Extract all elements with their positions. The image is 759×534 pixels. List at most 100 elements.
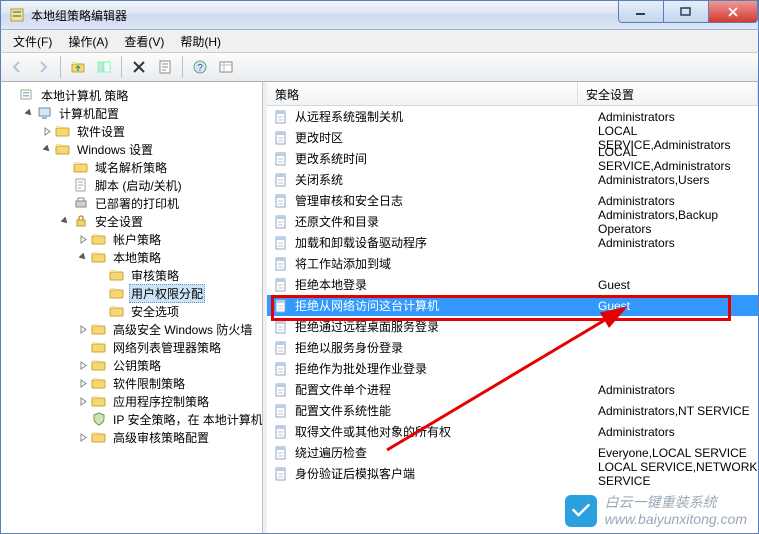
column-header-setting[interactable]: 安全设置 xyxy=(578,82,758,105)
collapse-icon[interactable] xyxy=(77,251,89,263)
expander-icon[interactable] xyxy=(5,89,17,101)
policy-item-icon xyxy=(273,151,289,167)
forward-button[interactable] xyxy=(31,55,55,79)
export-list-button[interactable] xyxy=(214,55,238,79)
node-label: 安全设置 xyxy=(93,212,145,231)
minimize-button[interactable] xyxy=(618,1,664,23)
folder-icon xyxy=(91,429,107,445)
computer-icon xyxy=(37,105,53,121)
script-icon xyxy=(73,177,89,193)
policy-name: 拒绝以服务身份登录 xyxy=(295,339,598,356)
tree-node-security-options[interactable]: 安全选项 xyxy=(1,302,263,320)
policy-item-icon xyxy=(273,277,289,293)
watermark: 白云一键重装系统 www.baiyunxitong.com xyxy=(565,494,747,528)
list-row[interactable]: 加载和卸载设备驱动程序Administrators xyxy=(267,232,758,253)
up-button[interactable] xyxy=(66,55,90,79)
expander-placeholder xyxy=(59,179,71,191)
list-row[interactable]: 将工作站添加到域 xyxy=(267,253,758,274)
tree-node-software-settings[interactable]: 软件设置 xyxy=(1,122,263,140)
list-row[interactable]: 拒绝本地登录Guest xyxy=(267,274,758,295)
folder-icon xyxy=(91,375,107,391)
expander-placeholder xyxy=(95,269,107,281)
list-row[interactable]: 更改系统时间LOCAL SERVICE,Administrators xyxy=(267,148,758,169)
policy-name: 配置文件单个进程 xyxy=(295,381,598,398)
tree-node-computer-config[interactable]: 计算机配置 xyxy=(1,104,263,122)
list-row[interactable]: 配置文件系统性能Administrators,NT SERVICE xyxy=(267,400,758,421)
folder-icon xyxy=(109,285,125,301)
tree-node-windows-settings[interactable]: Windows 设置 xyxy=(1,140,263,158)
list-pane[interactable]: 策略 安全设置 从远程系统强制关机Administrators更改时区LOCAL… xyxy=(267,82,758,533)
close-button[interactable] xyxy=(708,1,758,23)
list-row[interactable]: 拒绝通过远程桌面服务登录 xyxy=(267,316,758,337)
tree-node-ip-security[interactable]: IP 安全策略，在 本地计算机 xyxy=(1,410,263,428)
list-row[interactable]: 关闭系统Administrators,Users xyxy=(267,169,758,190)
folder-icon xyxy=(91,231,107,247)
collapse-icon[interactable] xyxy=(59,215,71,227)
tree-node-adv-audit[interactable]: 高级审核策略配置 xyxy=(1,428,263,446)
menu-view[interactable]: 查看(V) xyxy=(116,31,172,52)
folder-icon xyxy=(91,393,107,409)
tree-pane[interactable]: 本地计算机 策略 计算机配置 软件设置 Windows 设置 xyxy=(1,82,263,533)
printer-icon xyxy=(73,195,89,211)
node-label: 安全选项 xyxy=(129,302,181,321)
maximize-button[interactable] xyxy=(663,1,709,23)
expand-icon[interactable] xyxy=(77,377,89,389)
policy-setting: Everyone,LOCAL SERVICE xyxy=(598,446,758,460)
policy-name: 绕过遍历检查 xyxy=(295,444,598,461)
list-row[interactable]: 还原文件和目录Administrators,Backup Operators xyxy=(267,211,758,232)
list-row[interactable]: 取得文件或其他对象的所有权Administrators xyxy=(267,421,758,442)
policy-setting: Administrators,Backup Operators xyxy=(598,208,758,236)
expander-placeholder xyxy=(95,305,107,317)
tree-node-software-restriction[interactable]: 软件限制策略 xyxy=(1,374,263,392)
node-label: 用户权限分配 xyxy=(129,284,205,303)
tree-node-user-rights-assignment[interactable]: 用户权限分配 xyxy=(1,284,263,302)
list-row[interactable]: 拒绝以服务身份登录 xyxy=(267,337,758,358)
tree-node-public-key[interactable]: 公钥策略 xyxy=(1,356,263,374)
tree-node-account-policies[interactable]: 帐户策略 xyxy=(1,230,263,248)
tree-node-audit-policy[interactable]: 审核策略 xyxy=(1,266,263,284)
expand-icon[interactable] xyxy=(77,431,89,443)
tree-node-local-policies[interactable]: 本地策略 xyxy=(1,248,263,266)
node-label: 高级安全 Windows 防火墙 xyxy=(111,320,254,339)
expand-icon[interactable] xyxy=(77,359,89,371)
tree-node-scripts[interactable]: 脚本 (启动/关机) xyxy=(1,176,263,194)
back-button[interactable] xyxy=(5,55,29,79)
policy-setting: Administrators xyxy=(598,425,758,439)
policy-item-icon xyxy=(273,193,289,209)
tree-node-network-list-mgr[interactable]: 网络列表管理器策略 xyxy=(1,338,263,356)
properties-button[interactable] xyxy=(153,55,177,79)
menu-action[interactable]: 操作(A) xyxy=(60,31,116,52)
policy-item-icon xyxy=(273,382,289,398)
policy-item-icon xyxy=(273,235,289,251)
tree-node-dns-policy[interactable]: 域名解析策略 xyxy=(1,158,263,176)
list-row[interactable]: 身份验证后模拟客户端LOCAL SERVICE,NETWORK SERVICE xyxy=(267,463,758,484)
column-header-policy[interactable]: 策略 xyxy=(267,82,578,105)
policy-name: 拒绝作为批处理作业登录 xyxy=(295,360,598,377)
help-button[interactable]: ? xyxy=(188,55,212,79)
list-row[interactable]: 拒绝作为批处理作业登录 xyxy=(267,358,758,379)
expand-icon[interactable] xyxy=(77,395,89,407)
expand-icon[interactable] xyxy=(77,323,89,335)
policy-name: 身份验证后模拟客户端 xyxy=(295,465,598,482)
policy-name: 还原文件和目录 xyxy=(295,213,598,230)
collapse-icon[interactable] xyxy=(41,143,53,155)
tree-node-deployed-printers[interactable]: 已部署的打印机 xyxy=(1,194,263,212)
menu-file[interactable]: 文件(F) xyxy=(5,31,60,52)
node-label: 审核策略 xyxy=(129,266,181,285)
shield-icon xyxy=(91,411,107,427)
watermark-logo-icon xyxy=(565,495,597,527)
tree-node-app-control[interactable]: 应用程序控制策略 xyxy=(1,392,263,410)
delete-button[interactable] xyxy=(127,55,151,79)
expand-icon[interactable] xyxy=(77,233,89,245)
list-row[interactable]: 配置文件单个进程Administrators xyxy=(267,379,758,400)
window-controls xyxy=(619,1,758,29)
tree-node-root[interactable]: 本地计算机 策略 xyxy=(1,86,263,104)
list-row[interactable]: 拒绝从网络访问这台计算机Guest xyxy=(267,295,758,316)
show-hide-tree-button[interactable] xyxy=(92,55,116,79)
menu-help[interactable]: 帮助(H) xyxy=(172,31,229,52)
expand-icon[interactable] xyxy=(41,125,53,137)
tree-node-security-settings[interactable]: 安全设置 xyxy=(1,212,263,230)
toolbar-separator xyxy=(121,56,122,78)
tree-node-adv-firewall[interactable]: 高级安全 Windows 防火墙 xyxy=(1,320,263,338)
collapse-icon[interactable] xyxy=(23,107,35,119)
